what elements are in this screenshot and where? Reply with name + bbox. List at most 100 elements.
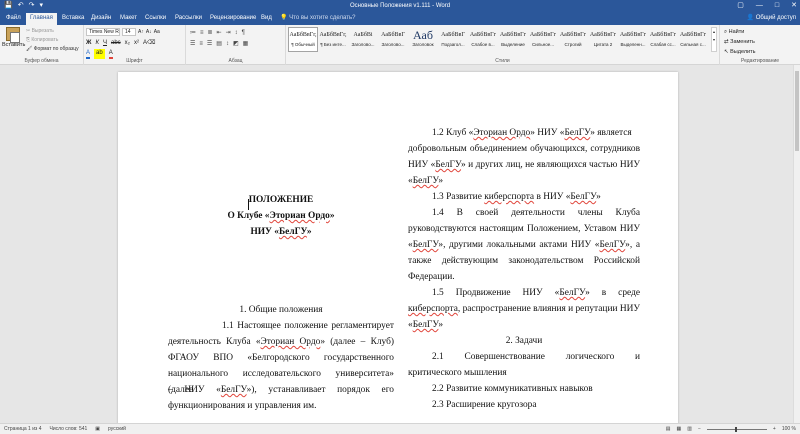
zoom-slider[interactable] — [706, 426, 767, 432]
text-run: НИУ « — [250, 227, 279, 237]
format-painter-button[interactable]: 🖌 Формат по образцу — [26, 45, 79, 54]
style-item[interactable]: Ааб Заголовок — [408, 27, 438, 52]
tab-mailings[interactable]: Рассылки — [171, 13, 206, 25]
font-group: Times New R 14 A↑ A↓ Aa Ж К Ч abc x₂ x² … — [84, 25, 186, 65]
style-preview: АаБбВвГг, — [319, 32, 347, 38]
spell-flagged-word: БелГУ — [559, 288, 586, 298]
spell-flagged-word: БелГУ — [564, 128, 591, 138]
style-name: Сильная с... — [680, 42, 706, 47]
text-run: » — [306, 227, 312, 237]
text-run: 1.1 Настоящее положение регламентирует — [222, 321, 394, 331]
style-item[interactable]: АаБбВі Заголово... — [348, 27, 378, 52]
grow-font-button[interactable]: A↑ — [138, 28, 144, 36]
align-right-icon[interactable]: ☰ — [207, 40, 212, 48]
bullets-icon[interactable]: ≔ — [190, 29, 196, 37]
paste-button[interactable]: Вставить — [2, 27, 25, 48]
spell-flagged-word: БелГУ — [278, 227, 307, 237]
tab-references[interactable]: Ссылки — [141, 13, 170, 25]
tab-file[interactable]: Файл — [2, 13, 25, 25]
bold-button[interactable]: Ж — [86, 39, 91, 47]
tab-design[interactable]: Дизайн — [87, 13, 115, 25]
italic-button[interactable]: К — [95, 39, 99, 47]
language[interactable]: русский — [108, 424, 126, 434]
zoom-in-button[interactable]: + — [773, 424, 776, 434]
tab-review[interactable]: Рецензирование — [206, 13, 260, 25]
web-layout-icon[interactable]: ▥ — [687, 424, 692, 434]
share-button[interactable]: 👤 Общий доступ — [747, 13, 796, 24]
shrink-font-button[interactable]: A↓ — [146, 28, 152, 36]
multilevel-list-icon[interactable]: ≣ — [208, 29, 213, 37]
zoom-level[interactable]: 100 % — [782, 424, 796, 434]
style-item[interactable]: АаБбВвГг, ¶ Обычный — [288, 27, 318, 52]
tab-home[interactable]: Главная — [26, 13, 57, 25]
increase-indent-icon[interactable]: ⇥ — [226, 29, 231, 37]
replace-button[interactable]: ⇄ Заменить — [724, 37, 756, 47]
tab-view[interactable]: Вид — [257, 13, 276, 25]
strikethrough-button[interactable]: abc — [111, 39, 121, 47]
text-line: 1.4 В своей деятельности члены Клуба — [432, 205, 640, 221]
document-page[interactable]: ПОЛОЖЕНИЕ О Клубе «Эториан Ордо» НИУ «БелГ… — [118, 72, 678, 423]
style-item[interactable]: АаБбВвГг Слабая сс... — [648, 27, 678, 52]
style-item[interactable]: АаБбВвГг Слабое в... — [468, 27, 498, 52]
style-item[interactable]: АаБбВвГг Цитата 2 — [588, 27, 618, 52]
text-run: » — [438, 320, 444, 330]
copy-button[interactable]: ⎘ Копировать — [26, 36, 79, 45]
subscript-button[interactable]: x₂ — [125, 39, 130, 47]
style-item[interactable]: АаБбВвГ Подзагол... — [438, 27, 468, 52]
style-name: Строгий — [564, 42, 582, 47]
style-item[interactable]: АаБбВвГг Выделенн... — [618, 27, 648, 52]
text-run: критического мышления — [408, 368, 507, 378]
minimize-button[interactable]: — — [756, 1, 763, 10]
align-left-icon[interactable]: ☰ — [190, 40, 195, 48]
style-item[interactable]: АаБбВвГ Заголово... — [378, 27, 408, 52]
text-run: » — [596, 192, 601, 202]
text-run: НИУ « — [408, 160, 436, 170]
align-center-icon[interactable]: ≡ — [199, 40, 203, 48]
scrollbar-thumb[interactable] — [795, 71, 799, 151]
text-run: руководствуются настоящим Положением, Ус… — [408, 224, 640, 234]
borders-icon[interactable]: ▦ — [243, 40, 249, 48]
word-count[interactable]: Число слов: 541 — [49, 424, 87, 434]
tell-me-search[interactable]: 💡 Что вы хотите сделать? — [280, 13, 355, 24]
text-line: «БелГУ» — [408, 173, 640, 189]
zoom-out-button[interactable]: − — [698, 424, 701, 434]
font-size-select[interactable]: 14 — [122, 28, 136, 36]
vertical-scrollbar[interactable] — [793, 65, 800, 423]
decrease-indent-icon[interactable]: ⇤ — [217, 29, 222, 37]
clear-formatting-button[interactable]: A⌫ — [143, 39, 156, 47]
maximize-button[interactable]: □ — [775, 1, 779, 10]
sort-icon[interactable]: ↕ — [235, 29, 238, 37]
font-name-select[interactable]: Times New R — [86, 28, 120, 36]
change-case-button[interactable]: Aa — [154, 28, 160, 36]
find-button[interactable]: ⌕ Найти — [724, 27, 756, 37]
text-run: », а — [625, 240, 640, 250]
line-spacing-icon[interactable]: ↕ — [226, 40, 229, 48]
read-mode-icon[interactable]: ▤ — [666, 424, 671, 434]
style-item[interactable]: АаБбВвГг Сильное... — [528, 27, 558, 52]
styles-scroll[interactable]: ▴ ▾ — [711, 27, 717, 52]
numbering-icon[interactable]: ≡ — [200, 29, 204, 37]
underline-button[interactable]: Ч — [103, 39, 107, 47]
page-count[interactable]: Страница 1 из 4 — [4, 424, 41, 434]
justify-icon[interactable]: ▤ — [216, 40, 222, 48]
style-item[interactable]: АаБбВвГг Строгий — [558, 27, 588, 52]
text-run: »), устанавливает порядок его — [246, 385, 394, 395]
tab-layout[interactable]: Макет — [116, 13, 141, 25]
superscript-button[interactable]: x² — [134, 39, 139, 47]
show-formatting-marks-icon[interactable]: ¶ — [242, 29, 245, 37]
style-item[interactable]: АаБбВвГг Выделение — [498, 27, 528, 52]
text-run: » в среде — [585, 288, 640, 298]
clipboard-icon — [6, 27, 20, 43]
close-button[interactable]: ✕ — [791, 1, 797, 10]
text-run: добровольным объединением обучающихся, с… — [408, 144, 640, 154]
style-item[interactable]: АаБбВвГг Сильная с... — [678, 27, 708, 52]
styles-gallery: АаБбВвГг, ¶ Обычный АаБбВвГг, ¶ Без инте...… — [288, 27, 708, 52]
style-item[interactable]: АаБбВвГг, ¶ Без инте... — [318, 27, 348, 52]
shading-icon[interactable]: ◩ — [233, 40, 239, 48]
print-layout-icon[interactable]: ▦ — [677, 424, 682, 434]
ribbon-display-options-icon[interactable]: ▢ — [737, 1, 744, 10]
tab-insert[interactable]: Вставка — [58, 13, 88, 25]
select-button[interactable]: ↖ Выделить — [724, 47, 756, 57]
proofing-icon[interactable]: ▣ — [95, 424, 100, 434]
cut-button[interactable]: ✂ Вырезать — [26, 27, 79, 36]
